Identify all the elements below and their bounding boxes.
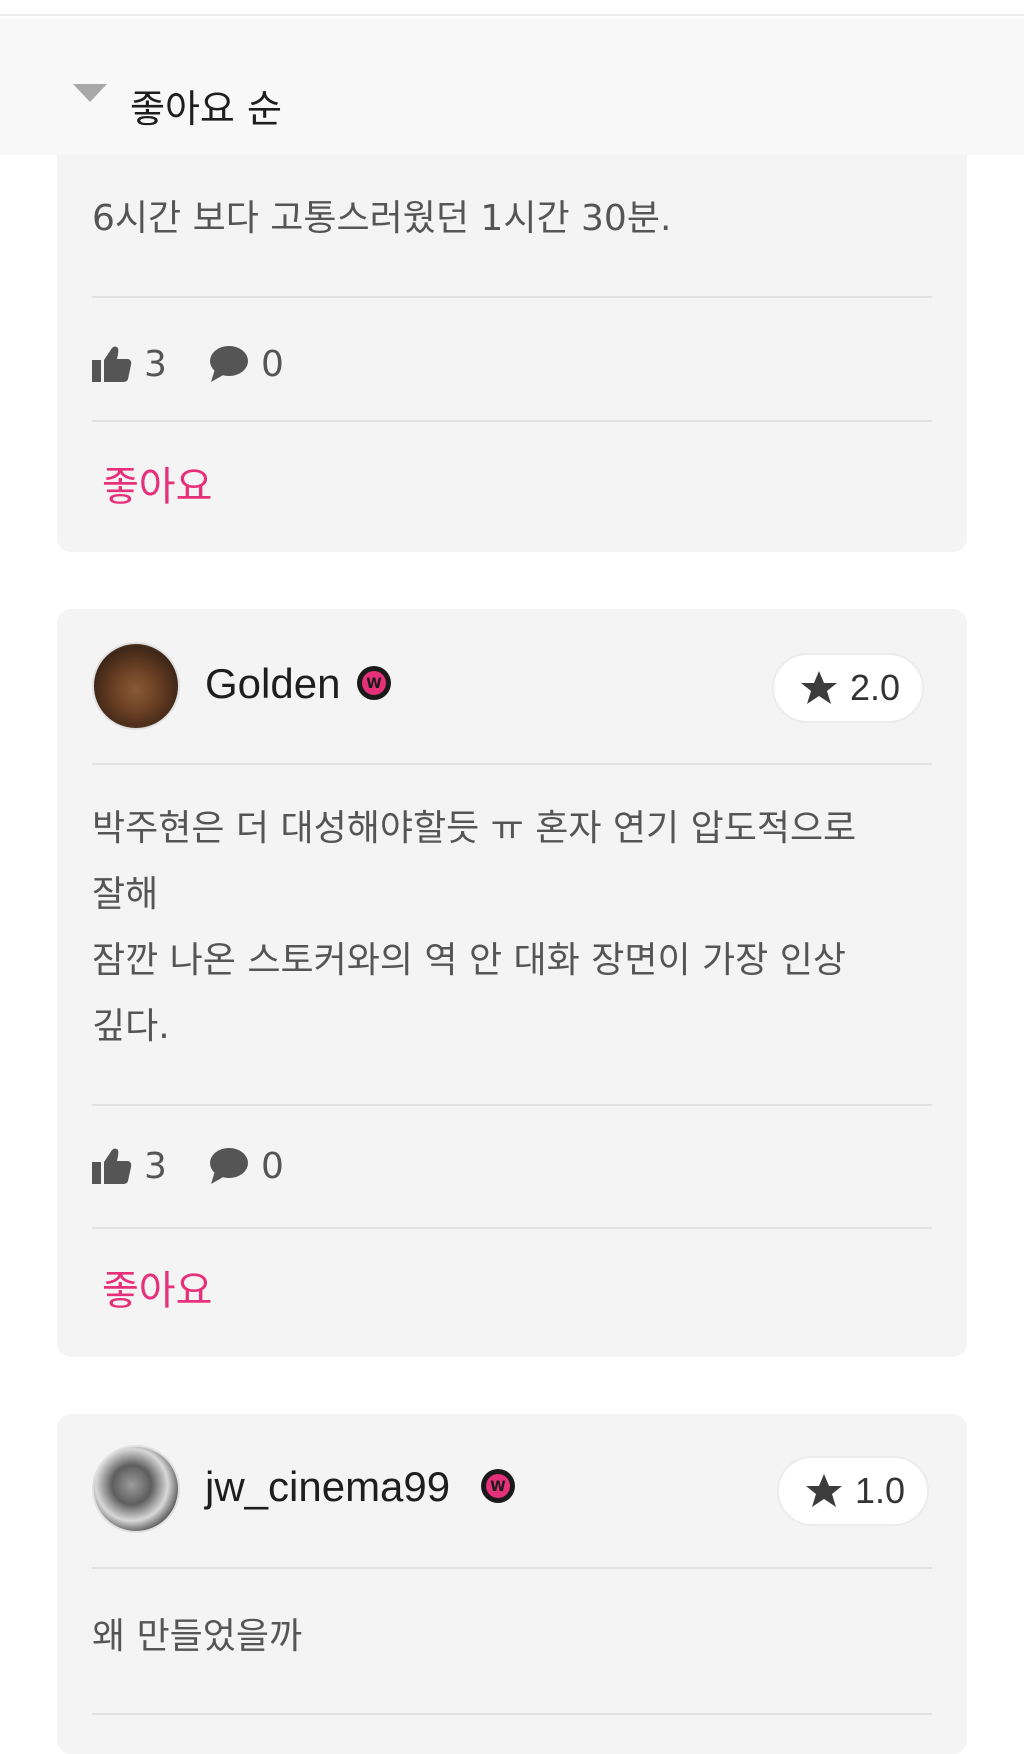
divider [92, 1104, 932, 1106]
star-icon [806, 1474, 842, 1507]
username[interactable]: Golden [205, 659, 340, 709]
comment-icon [210, 346, 248, 382]
star-icon [801, 671, 837, 704]
divider [92, 763, 932, 765]
like-button[interactable]: 좋아요 [102, 462, 212, 512]
comment-count: 0 [209, 1144, 284, 1188]
sort-label[interactable]: 좋아요 순 [130, 86, 282, 132]
like-count: 3 [92, 342, 167, 386]
divider [92, 1227, 932, 1229]
svg-text:W: W [366, 676, 381, 692]
verified-badge-icon: W [481, 1469, 515, 1503]
divider [92, 1567, 932, 1569]
like-count: 3 [92, 1144, 167, 1188]
divider [92, 296, 932, 298]
comment-icon [210, 1148, 248, 1184]
comment-count: 0 [209, 342, 284, 386]
username[interactable]: jw_cinema99 [205, 1462, 450, 1512]
divider [92, 1713, 932, 1715]
thumbs-up-icon [92, 346, 132, 382]
review-card: 6시간 보다 고통스러웠던 1시간 30분. 3 0 좋아요 [57, 120, 967, 552]
chevron-down-icon [73, 84, 107, 102]
review-text: 왜 만들었을까 [92, 1616, 303, 1657]
like-button[interactable]: 좋아요 [102, 1266, 212, 1316]
top-edge [0, 0, 1024, 16]
rating-badge: 2.0 [772, 653, 925, 723]
avatar[interactable] [92, 1445, 180, 1533]
review-text: 박주현은 더 대성해야할듯 ㅠ 혼자 연기 압도적으로 잘해 잠깐 나온 스토커… [92, 808, 857, 1047]
divider [92, 420, 932, 422]
review-card: jw_cinema99 W 1.0 왜 만들었을까 [57, 1414, 967, 1754]
rating-badge: 1.0 [777, 1456, 930, 1526]
review-text: 6시간 보다 고통스러웠던 1시간 30분. [92, 198, 672, 239]
sort-bar[interactable]: 좋아요 순 [0, 18, 1024, 155]
verified-badge-icon: W [357, 666, 391, 700]
thumbs-up-icon [92, 1148, 132, 1184]
svg-text:W: W [490, 1479, 505, 1495]
avatar[interactable] [92, 642, 180, 730]
review-card: Golden W 2.0 박주현은 더 대성해야할듯 ㅠ 혼자 연기 압도적으로… [57, 609, 967, 1357]
